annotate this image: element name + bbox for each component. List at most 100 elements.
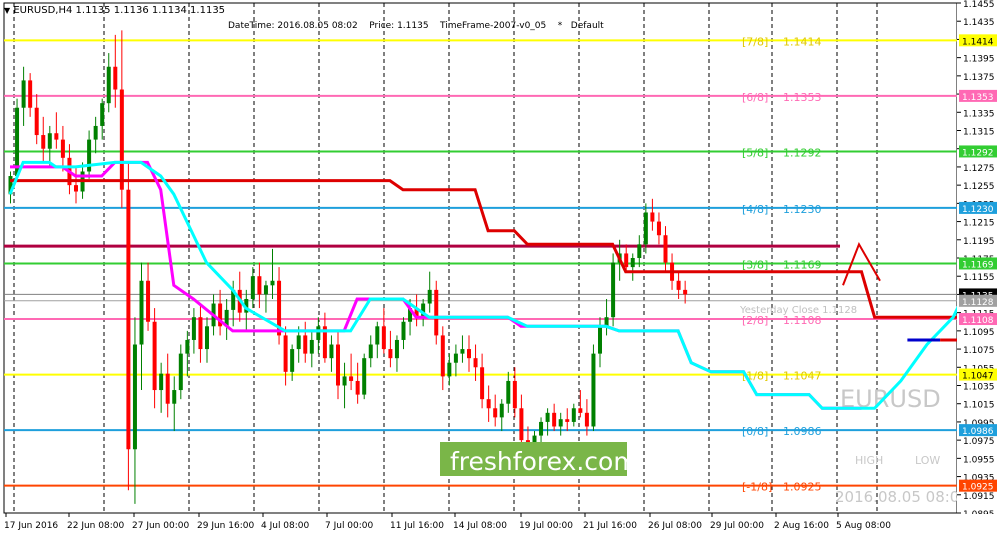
candle-body	[388, 349, 393, 359]
candle-body	[309, 339, 314, 354]
murrey-level-label: [0/8]	[742, 425, 768, 438]
candle-body	[100, 103, 105, 126]
murrey-price-tag: 1.1414	[962, 37, 994, 47]
chart-window: EURUSD HIGH LOW 2016.08.05 08:02 [7/8] 1.1414…	[0, 0, 1001, 537]
x-tick-label: 19 Jul 00:00	[519, 521, 573, 531]
murrey-level-label: [2/8]	[742, 314, 768, 327]
candle-body	[506, 380, 511, 404]
murrey-level-value: 1.0925	[783, 481, 822, 494]
candle-body	[676, 280, 681, 290]
y-tick-label: 1.1315	[963, 128, 995, 138]
info-row: DateTime: 2016.08.05 08:02 Price: 1.1135…	[228, 21, 604, 31]
candle-body	[336, 344, 340, 386]
y-tick-label: 1.1275	[963, 164, 995, 174]
dropdown-triangle-icon[interactable]: ▼	[4, 6, 10, 15]
candle-body	[401, 321, 406, 340]
murrey-level-label: [3/8]	[742, 258, 768, 271]
yesterday-close-label: Yesterday Close 1.1128	[739, 305, 857, 316]
candle-body	[460, 349, 465, 354]
murrey-price-tag: 1.1047	[962, 372, 994, 382]
murrey-level-value: 1.0986	[783, 425, 822, 438]
murrey-level-value: 1.1292	[783, 146, 822, 159]
y-tick-label: 1.1095	[963, 328, 995, 338]
candle-body	[329, 344, 334, 359]
candle-body	[355, 380, 360, 395]
candle-body	[132, 344, 137, 450]
price-label: Price: 1.1135	[369, 21, 429, 31]
candle-body	[198, 317, 203, 350]
x-tick-label: 22 Jun 08:00	[67, 521, 124, 531]
candle-body	[60, 139, 65, 158]
candle-body	[250, 276, 255, 299]
brand-badge: freshforex.com	[440, 442, 638, 476]
candle-body	[257, 276, 262, 295]
candle-body	[427, 289, 432, 304]
timeframe-label: TimeFrame-2007-v0_05	[440, 21, 547, 31]
candle-body	[656, 221, 661, 236]
ohlc-values: 1.1135 1.1136 1.1134 1.1135	[75, 5, 226, 16]
y-tick-label: 1.1035	[963, 383, 995, 393]
murrey-level-value: 1.1108	[783, 314, 822, 327]
indicator-cyan-line	[8, 160, 1001, 410]
candle-body	[303, 335, 308, 354]
candle-body	[368, 344, 373, 359]
x-tick-label: 17 Jun 2016	[4, 521, 58, 531]
candle-body	[106, 66, 111, 104]
candle-body	[519, 408, 524, 441]
candle-body	[342, 376, 347, 386]
murrey-price-tag: 1.1292	[962, 148, 994, 158]
murrey-level-label: [-1/8]	[742, 481, 772, 494]
candle-body	[663, 235, 668, 263]
candle-body	[139, 280, 144, 345]
y-tick-label: 1.0975	[963, 437, 995, 447]
candle-body	[578, 408, 583, 413]
candle-body	[74, 185, 78, 192]
murrey-price-tag: 1.1230	[962, 205, 994, 215]
y-tick-label: 1.0955	[963, 455, 995, 465]
x-tick-label: 29 Jul 00:00	[710, 521, 764, 531]
candle-body	[263, 285, 268, 295]
candle-body	[296, 335, 301, 350]
candle-body	[178, 353, 183, 391]
candle-body	[624, 253, 629, 268]
candle-body	[447, 362, 452, 377]
x-tick-label: 11 Jul 16:00	[390, 521, 444, 531]
candle-body	[683, 289, 688, 295]
candle-body	[630, 258, 635, 268]
candle-body	[512, 380, 517, 409]
candle-body	[93, 125, 98, 140]
candle-body	[191, 317, 196, 340]
murrey-level-label: [5/8]	[742, 146, 768, 159]
candle-body	[467, 349, 471, 359]
y-tick-label: 1.1435	[963, 18, 995, 28]
candle-body	[270, 280, 275, 286]
candle-body	[28, 80, 33, 108]
murrey-price-tag: 1.0925	[962, 483, 994, 493]
candle-body	[480, 367, 485, 400]
yesterday-close-tag: 1.1128	[962, 298, 994, 308]
candle-body	[545, 412, 550, 422]
candle-body	[499, 403, 504, 418]
x-tick-label: 2 Aug 16:00	[774, 521, 829, 531]
candle-body	[394, 339, 399, 359]
candle-body	[493, 408, 498, 418]
candle-body	[558, 419, 563, 427]
candle-body	[539, 421, 544, 436]
murrey-level-value: 1.1047	[783, 370, 822, 383]
marker-label: *	[557, 21, 563, 31]
candle-body	[34, 107, 39, 136]
y-tick-label: 1.1015	[963, 401, 995, 411]
murrey-price-tag: 1.1353	[962, 93, 994, 103]
murrey-level-label: [7/8]	[742, 35, 768, 48]
candle-body	[486, 399, 491, 409]
candle-body	[172, 390, 177, 404]
watermark-low-label: LOW	[915, 454, 940, 467]
x-tick-label: 7 Jul 00:00	[325, 521, 374, 531]
candle-body	[584, 412, 589, 427]
y-tick-label: 1.1075	[963, 346, 995, 356]
price-chart[interactable]: EURUSDHIGH LOW2016.08.05 08:02[7/8] 1.1414…	[0, 0, 1001, 537]
candle-body	[316, 326, 321, 340]
murrey-level-value: 1.1169	[783, 258, 822, 271]
x-tick-label: 21 Jul 16:00	[583, 521, 637, 531]
candle-body	[47, 133, 52, 149]
